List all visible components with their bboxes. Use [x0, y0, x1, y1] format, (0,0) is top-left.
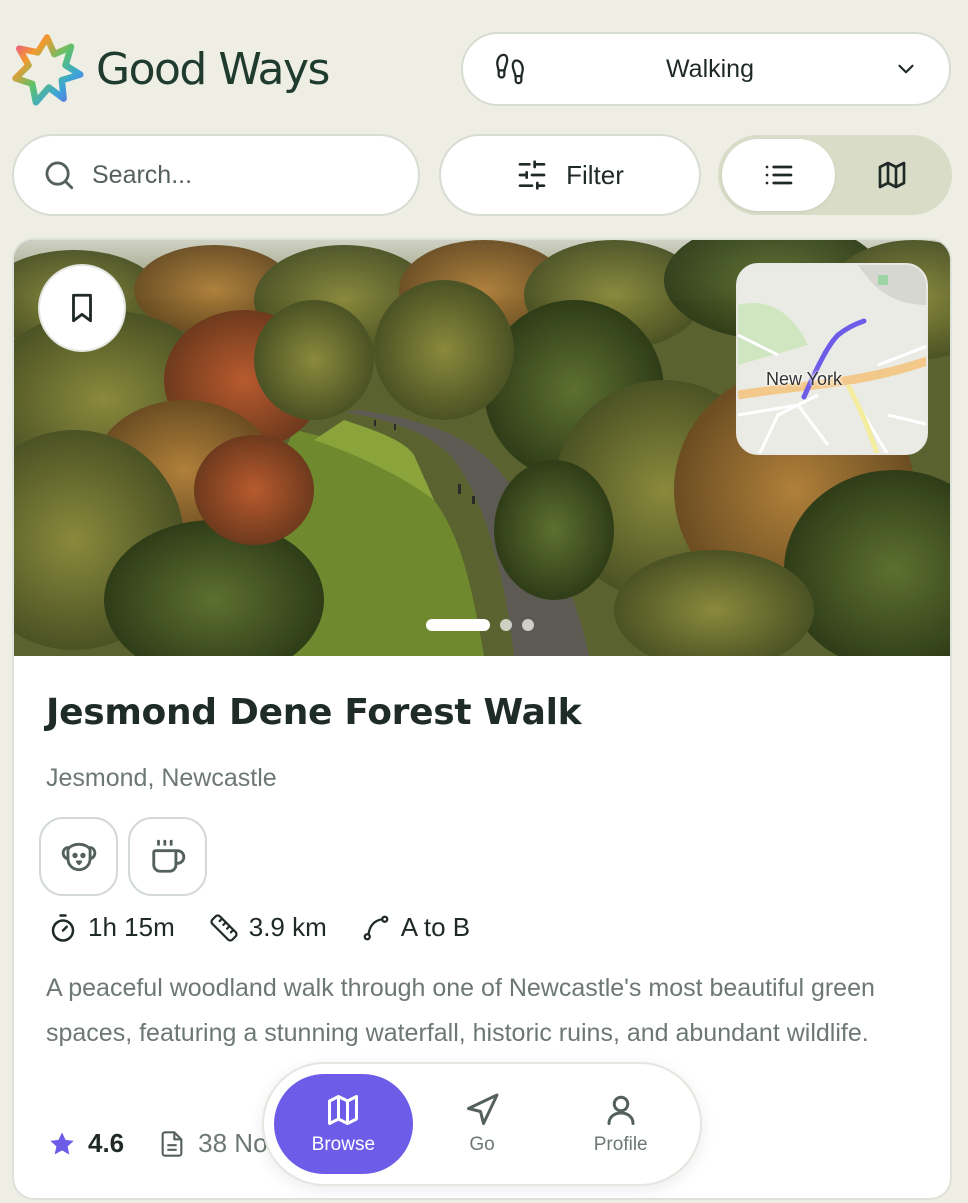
rating-value: 4.6: [88, 1128, 125, 1158]
nav-go-label: Go: [469, 1134, 495, 1155]
activity-mode-label: Walking: [666, 54, 754, 83]
rating: 4.6: [48, 1128, 124, 1159]
dog-friendly-icon: [61, 842, 96, 871]
ruler-icon: [210, 913, 238, 942]
map-icon: [878, 161, 905, 189]
carousel-dot[interactable]: [500, 619, 512, 631]
map-icon: [328, 1095, 359, 1125]
bookmark-icon: [72, 293, 92, 323]
activity-mode-select[interactable]: Walking: [461, 32, 951, 106]
route-title: Jesmond Dene Forest Walk: [46, 692, 582, 733]
search-icon: [45, 161, 74, 190]
mini-map-graphic: [738, 265, 926, 453]
brand-logo[interactable]: Good Ways: [10, 28, 330, 110]
distance-stat: 3.9 km: [209, 912, 327, 943]
search-input[interactable]: [92, 160, 372, 190]
search-box[interactable]: [12, 134, 420, 216]
carousel-dot[interactable]: [522, 619, 534, 631]
route-type-value: A to B: [400, 912, 471, 942]
route-type-stat: A to B: [361, 912, 470, 943]
route-image-carousel[interactable]: New York: [14, 240, 950, 656]
carousel-indicator: [426, 619, 534, 631]
route-location: Jesmond, Newcastle: [46, 764, 277, 792]
chevron-down-icon: [898, 64, 914, 74]
footprints-icon: [496, 53, 524, 85]
star-logo-icon: [12, 34, 84, 106]
timer-icon: [51, 913, 75, 942]
user-icon: [607, 1095, 635, 1125]
app-header: Good Ways Walking: [0, 0, 968, 120]
route-description: A peaceful woodland walk through one of …: [46, 974, 875, 1047]
cafe-icon: [151, 839, 185, 873]
duration-stat: 1h 15m: [48, 912, 175, 943]
nav-browse[interactable]: Browse: [274, 1074, 413, 1174]
navigation-arrow-icon: [467, 1093, 499, 1125]
cafe-badge: [128, 817, 207, 896]
star-icon: [50, 1131, 74, 1155]
nav-go[interactable]: Go: [413, 1074, 552, 1174]
amenity-badges: [39, 817, 207, 896]
view-toggle: [718, 135, 952, 215]
bookmark-button[interactable]: [38, 264, 126, 352]
route-mini-map[interactable]: New York: [736, 263, 928, 455]
carousel-dot-active[interactable]: [426, 619, 490, 631]
list-view-button[interactable]: [722, 139, 835, 211]
nav-profile[interactable]: Profile: [551, 1074, 690, 1174]
list-icon: [765, 165, 792, 185]
route-card[interactable]: New York Jesmond Dene Forest Walk Jesmon…: [12, 238, 952, 1200]
filter-label: Filter: [566, 159, 624, 190]
dog-friendly-badge: [39, 817, 118, 896]
route-stats: 1h 15m 3.9 km A to B: [48, 912, 504, 943]
route-curve-icon: [363, 915, 389, 940]
bottom-navigation: Browse Go Profile: [262, 1062, 702, 1186]
filter-button[interactable]: Filter: [439, 134, 701, 216]
nav-browse-label: Browse: [311, 1134, 376, 1155]
map-view-button[interactable]: [835, 139, 948, 211]
distance-value: 3.9 km: [248, 912, 327, 942]
sliders-icon: [518, 160, 546, 190]
mini-map-place-label: New York: [766, 369, 843, 389]
document-icon: [161, 1130, 183, 1157]
nav-profile-label: Profile: [593, 1134, 648, 1155]
brand-name: Good Ways: [96, 43, 330, 95]
duration-value: 1h 15m: [88, 912, 175, 942]
